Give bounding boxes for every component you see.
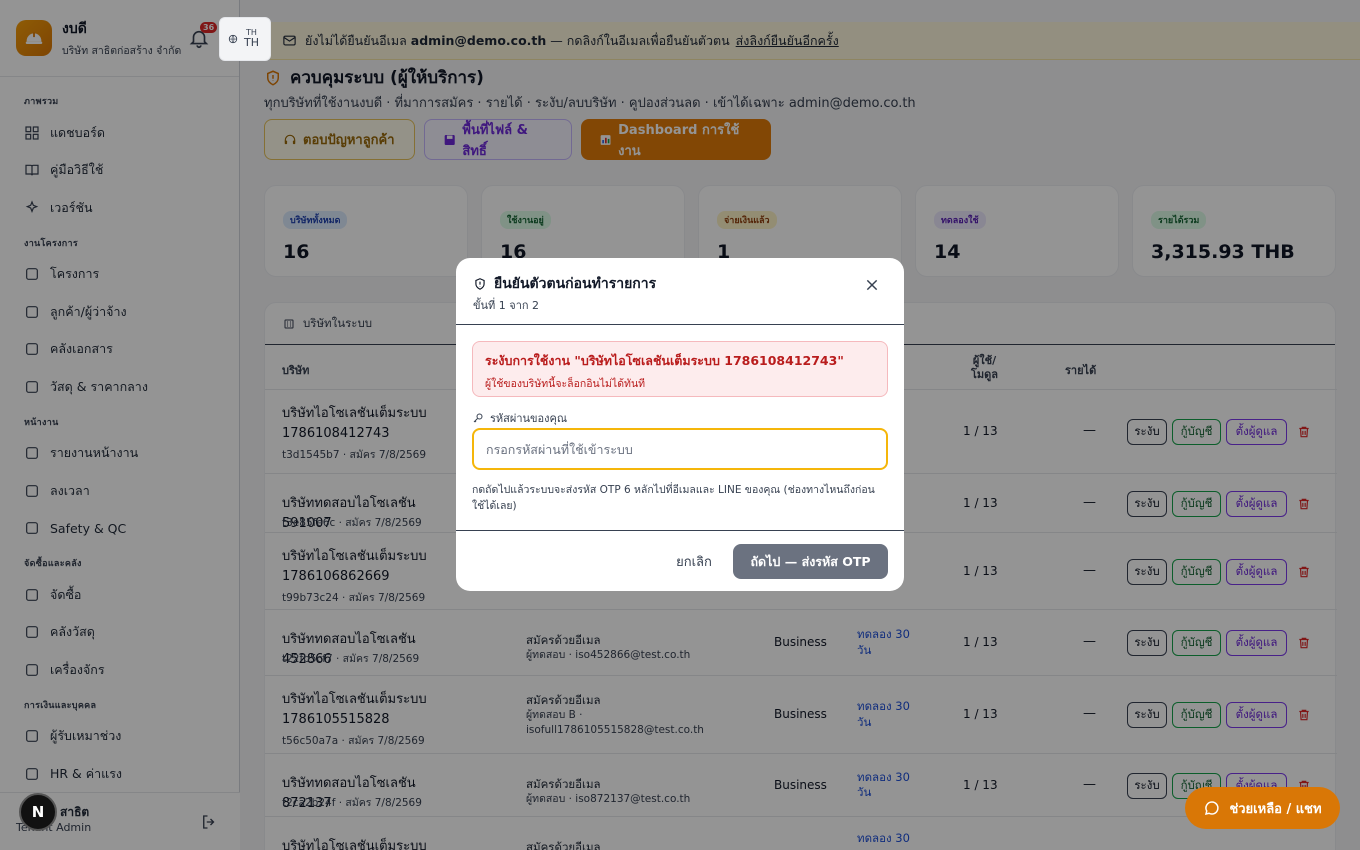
alert-title: ระงับการใช้งาน "บริษัทไอโซเลชันเต็มระบบ … [485, 353, 844, 368]
key-icon [473, 413, 483, 423]
alert-subtitle: ผู้ใช้ของบริษัทนี้จะล็อกอินไม่ได้ทันที [485, 378, 646, 390]
language-code: TH [244, 36, 259, 50]
password-label: รหัสผ่านของคุณ [472, 409, 567, 427]
password-label-text: รหัสผ่านของคุณ [490, 412, 568, 425]
cancel-button[interactable]: ยกเลิก [664, 551, 724, 572]
otp-help-text: กดถัดไปแล้วระบบจะส่งรหัส OTP 6 หลักไปที่… [472, 484, 875, 512]
modal-title: ยืนยันตัวตนก่อนทำรายการ [473, 273, 656, 295]
modal-title-text: ยืนยันตัวตนก่อนทำรายการ [494, 276, 657, 292]
modal-step: ขั้นที่ 1 จาก 2 [473, 299, 540, 312]
next-send-otp-button[interactable]: ถัดไป — ส่งรหัส OTP [733, 544, 888, 579]
verify-modal: ยืนยันตัวตนก่อนทำรายการ ขั้นที่ 1 จาก 2 … [456, 258, 904, 591]
close-icon[interactable] [864, 277, 880, 293]
suspend-alert: ระงับการใช้งาน "บริษัทไอโซเลชันเต็มระบบ … [472, 341, 888, 397]
shield-icon [475, 278, 485, 290]
password-input[interactable] [472, 428, 888, 470]
user-avatar[interactable]: N [19, 793, 57, 831]
help-chat-button[interactable]: ช่วยเหลือ / แชท [1185, 787, 1340, 829]
chat-icon [1205, 801, 1220, 816]
help-chat-label: ช่วยเหลือ / แชท [1229, 801, 1322, 817]
globe-icon [228, 34, 238, 44]
language-switcher[interactable]: TH TH [219, 17, 271, 61]
